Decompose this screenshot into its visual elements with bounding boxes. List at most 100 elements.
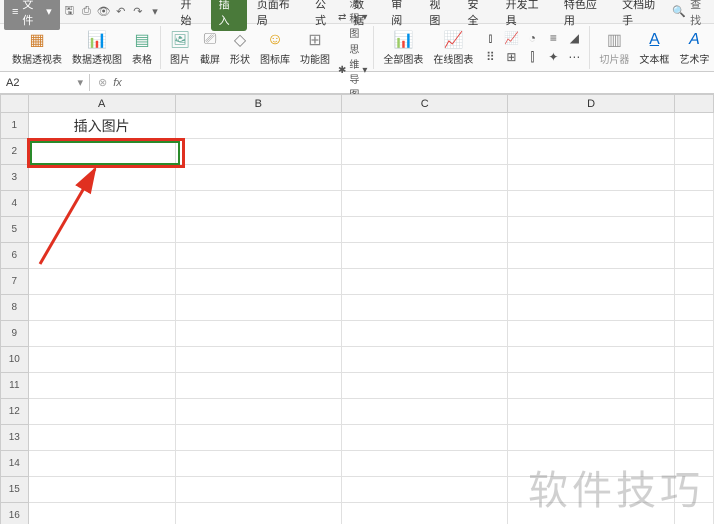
cancel-icon[interactable]: ⊗ bbox=[98, 76, 107, 89]
row-header[interactable]: 7 bbox=[1, 269, 29, 295]
col-header-C[interactable]: C bbox=[342, 95, 508, 113]
cell[interactable] bbox=[175, 477, 341, 503]
chart-column-icon[interactable]: ⫾ bbox=[481, 29, 499, 47]
cell[interactable] bbox=[28, 321, 175, 347]
cell[interactable] bbox=[674, 295, 713, 321]
all-charts-button[interactable]: 📊 全部图表 bbox=[381, 28, 425, 68]
cell[interactable] bbox=[28, 191, 175, 217]
row-header[interactable]: 6 bbox=[1, 243, 29, 269]
cell[interactable] bbox=[175, 451, 341, 477]
chart-radar-icon[interactable]: ✦ bbox=[544, 48, 562, 66]
cell[interactable] bbox=[508, 191, 674, 217]
cell[interactable] bbox=[28, 503, 175, 524]
cell[interactable] bbox=[175, 191, 341, 217]
cell[interactable] bbox=[674, 399, 713, 425]
redo-icon[interactable]: ↷ bbox=[130, 4, 145, 20]
cell[interactable] bbox=[674, 373, 713, 399]
cell[interactable] bbox=[175, 425, 341, 451]
cell[interactable] bbox=[508, 347, 674, 373]
row-header[interactable]: 15 bbox=[1, 477, 29, 503]
chart-more-icon[interactable]: ⋯ bbox=[565, 48, 583, 66]
cell[interactable] bbox=[342, 503, 508, 524]
cell[interactable] bbox=[28, 451, 175, 477]
slicer-button[interactable]: ▥ 切片器 bbox=[597, 28, 631, 68]
online-chart-button[interactable]: 📈 在线图表 bbox=[431, 28, 475, 68]
cell[interactable] bbox=[674, 347, 713, 373]
cell[interactable] bbox=[674, 451, 713, 477]
cell[interactable] bbox=[175, 217, 341, 243]
cell[interactable] bbox=[342, 347, 508, 373]
name-box[interactable]: A2 ▾ bbox=[0, 74, 90, 91]
cell[interactable] bbox=[342, 269, 508, 295]
cell[interactable] bbox=[175, 373, 341, 399]
cell[interactable] bbox=[342, 399, 508, 425]
row-header[interactable]: 5 bbox=[1, 217, 29, 243]
cell[interactable] bbox=[342, 217, 508, 243]
cell[interactable] bbox=[508, 399, 674, 425]
cell[interactable] bbox=[342, 191, 508, 217]
cell[interactable] bbox=[28, 165, 175, 191]
cell[interactable] bbox=[175, 399, 341, 425]
preview-icon[interactable]: 👁 bbox=[96, 4, 111, 20]
cell[interactable] bbox=[342, 139, 508, 165]
row-header[interactable]: 13 bbox=[1, 425, 29, 451]
cell[interactable] bbox=[674, 165, 713, 191]
cell[interactable] bbox=[508, 477, 674, 503]
cell[interactable] bbox=[28, 425, 175, 451]
textbox-button[interactable]: A̲ 文本框 bbox=[637, 28, 671, 68]
chart-area-icon[interactable]: ◢ bbox=[565, 29, 583, 47]
cell[interactable] bbox=[28, 477, 175, 503]
cell[interactable] bbox=[508, 217, 674, 243]
row-header[interactable]: 2 bbox=[1, 139, 29, 165]
table-button[interactable]: ▤ 表格 bbox=[130, 28, 154, 68]
row-header[interactable]: 9 bbox=[1, 321, 29, 347]
cell[interactable] bbox=[28, 243, 175, 269]
cell[interactable] bbox=[342, 243, 508, 269]
cell[interactable] bbox=[674, 321, 713, 347]
chart-combo-icon[interactable]: ⫿ bbox=[523, 48, 541, 66]
cell[interactable] bbox=[508, 503, 674, 524]
row-header[interactable]: 4 bbox=[1, 191, 29, 217]
cell[interactable] bbox=[342, 321, 508, 347]
save-icon[interactable]: 🖫 bbox=[62, 4, 77, 20]
cell[interactable] bbox=[508, 373, 674, 399]
cell-A1[interactable]: 插入图片 bbox=[28, 113, 175, 139]
row-header[interactable]: 10 bbox=[1, 347, 29, 373]
cell[interactable] bbox=[342, 295, 508, 321]
col-header-extra[interactable] bbox=[674, 95, 713, 113]
cell[interactable] bbox=[674, 191, 713, 217]
cell[interactable] bbox=[674, 503, 713, 524]
col-header-A[interactable]: A bbox=[28, 95, 175, 113]
cell[interactable] bbox=[674, 243, 713, 269]
cell[interactable] bbox=[175, 269, 341, 295]
cell[interactable] bbox=[175, 503, 341, 524]
row-header[interactable]: 16 bbox=[1, 503, 29, 524]
row-header[interactable]: 14 bbox=[1, 451, 29, 477]
search-box[interactable]: 🔍 查找 bbox=[672, 0, 710, 28]
pivot-chart-button[interactable]: 📊 数据透视图 bbox=[70, 28, 124, 68]
cell[interactable] bbox=[342, 113, 508, 139]
cell[interactable] bbox=[342, 477, 508, 503]
chart-pie-icon[interactable]: ◔ bbox=[523, 29, 541, 47]
col-header-D[interactable]: D bbox=[508, 95, 674, 113]
select-all-corner[interactable] bbox=[1, 95, 29, 113]
picture-button[interactable]: 🖼 图片 bbox=[168, 28, 192, 68]
cell[interactable] bbox=[28, 269, 175, 295]
cell[interactable] bbox=[508, 165, 674, 191]
cell[interactable] bbox=[28, 373, 175, 399]
formula-input[interactable] bbox=[130, 81, 714, 85]
cell[interactable] bbox=[508, 113, 674, 139]
cell[interactable] bbox=[175, 321, 341, 347]
cell[interactable] bbox=[674, 139, 713, 165]
cell[interactable] bbox=[674, 269, 713, 295]
cell[interactable] bbox=[28, 295, 175, 321]
row-header[interactable]: 8 bbox=[1, 295, 29, 321]
shapes-button[interactable]: ◇ 形状 bbox=[228, 28, 252, 68]
cell[interactable] bbox=[28, 347, 175, 373]
row-header[interactable]: 3 bbox=[1, 165, 29, 191]
cell[interactable] bbox=[342, 425, 508, 451]
function-chart-button[interactable]: ⊞ 功能图 bbox=[298, 28, 332, 68]
wordart-button[interactable]: A 艺术字 bbox=[677, 28, 711, 68]
row-header[interactable]: 1 bbox=[1, 113, 29, 139]
cell[interactable] bbox=[508, 295, 674, 321]
